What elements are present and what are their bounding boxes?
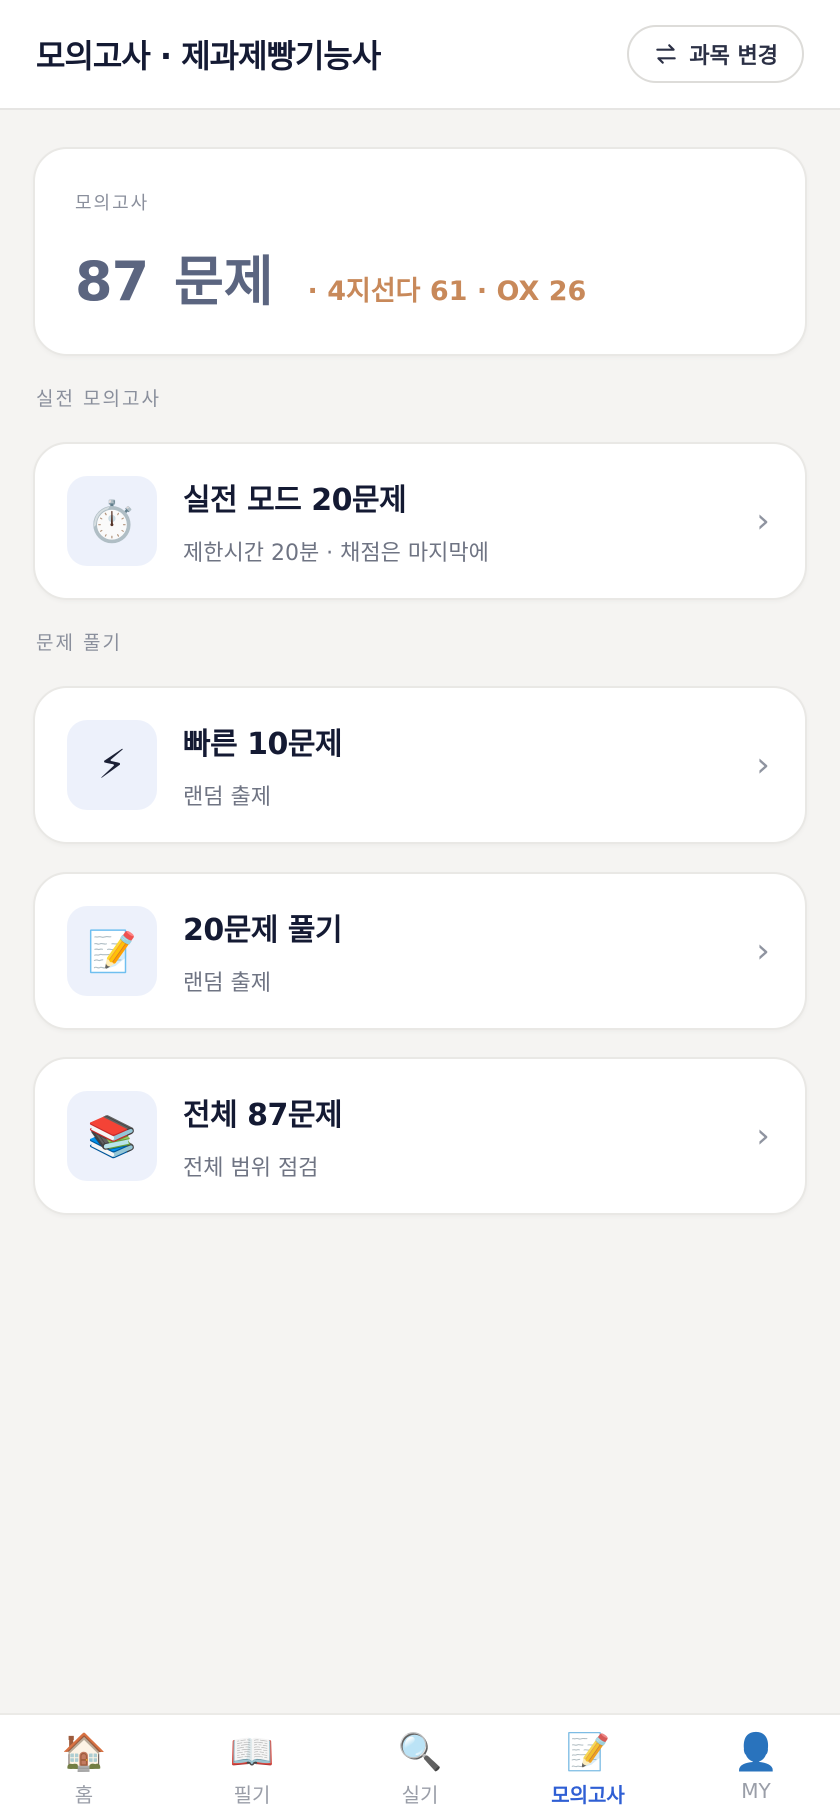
tab-label: 모의고사 [551, 1783, 625, 1807]
user-icon: 👤 [733, 1732, 779, 1773]
stopwatch-icon: ⏱️ [67, 476, 157, 566]
summary-label: 모의고사 [75, 193, 150, 214]
section-label-practical: 실전 모의고사 [36, 388, 161, 410]
question-count: 87 [75, 250, 149, 313]
memo-icon: 📝 [565, 1732, 611, 1773]
tab-written[interactable]: 📖 필기 [168, 1715, 336, 1820]
page-title: 모의고사 · 제과제빵기능사 [36, 37, 381, 75]
item-title: 전체 87문제 [183, 1098, 343, 1133]
tab-mock-exam[interactable]: 📝 모의고사 [504, 1715, 672, 1820]
change-subject-button[interactable]: 과목 변경 [627, 25, 804, 83]
chevron-right-icon: › [756, 931, 770, 971]
section-label-practice: 문제 풀기 [36, 632, 122, 654]
item-title: 실전 모드 20문제 [183, 483, 407, 518]
tab-label: 홈 [74, 1783, 94, 1807]
tab-label: 실기 [401, 1783, 439, 1807]
exam-mode-item[interactable]: ⏱️ 실전 모드 20문제 제한시간 20분 · 채점은 마지막에 › [33, 442, 807, 600]
lightning-icon: ⚡ [67, 720, 157, 810]
memo-icon: 📝 [67, 906, 157, 996]
item-subtitle: 전체 범위 점검 [183, 1156, 319, 1181]
chevron-right-icon: › [756, 745, 770, 785]
book-icon: 📖 [229, 1732, 275, 1773]
tab-practical[interactable]: 🔍 실기 [336, 1715, 504, 1820]
app-header: 모의고사 · 제과제빵기능사 과목 변경 [0, 0, 840, 110]
summary-card: 모의고사 87 문제 · 4지선다 61 · OX 26 [33, 147, 807, 356]
change-subject-label: 과목 변경 [689, 44, 778, 69]
question-unit: 문제 [174, 250, 274, 313]
question-breakdown: · 4지선다 61 · OX 26 [307, 276, 587, 307]
magnifier-icon: 🔍 [397, 1732, 443, 1773]
all-questions-item[interactable]: 📚 전체 87문제 전체 범위 점검 › [33, 1057, 807, 1215]
solve-20-item[interactable]: 📝 20문제 풀기 랜덤 출제 › [33, 872, 807, 1030]
books-icon: 📚 [67, 1091, 157, 1181]
bottom-tab-bar: 🏠 홈 📖 필기 🔍 실기 📝 모의고사 👤 MY [0, 1713, 840, 1820]
item-subtitle: 랜덤 출제 [183, 785, 271, 810]
item-title: 빠른 10문제 [183, 727, 343, 762]
tab-label: MY [741, 1779, 771, 1803]
tab-my[interactable]: 👤 MY [672, 1715, 840, 1820]
swap-arrows-icon [656, 44, 677, 64]
quick-10-item[interactable]: ⚡ 빠른 10문제 랜덤 출제 › [33, 686, 807, 844]
chevron-right-icon: › [756, 1116, 770, 1156]
tab-home[interactable]: 🏠 홈 [0, 1715, 168, 1820]
item-subtitle: 랜덤 출제 [183, 971, 271, 996]
chevron-right-icon: › [756, 501, 770, 541]
tab-label: 필기 [233, 1783, 271, 1807]
item-subtitle: 제한시간 20분 · 채점은 마지막에 [183, 541, 489, 566]
item-title: 20문제 풀기 [183, 913, 343, 948]
house-icon: 🏠 [61, 1732, 107, 1773]
